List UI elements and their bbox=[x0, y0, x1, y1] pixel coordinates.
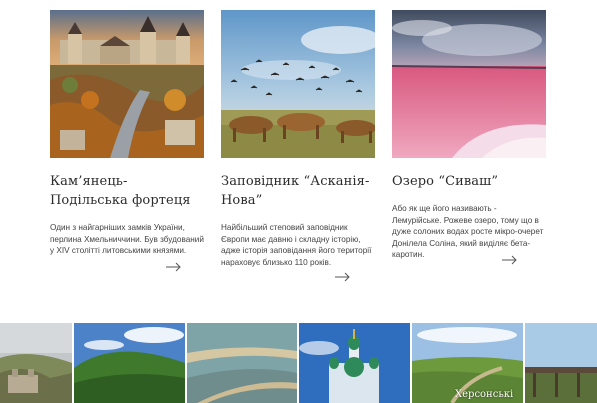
arrow-right-icon[interactable] bbox=[502, 250, 518, 269]
sand-spit-photo[interactable] bbox=[187, 323, 297, 403]
card-description: Один з найгарніших замків України, перли… bbox=[50, 223, 204, 255]
card-title: Заповідник “Асканія-Нова” bbox=[221, 174, 370, 208]
destination-card-kamianets: Кам’янець-Подільська фортеця Один з найг… bbox=[50, 10, 204, 272]
destination-card-askania-nova: Заповідник “Асканія-Нова” Найбільший сте… bbox=[221, 10, 375, 282]
arrow-right-icon[interactable] bbox=[335, 267, 351, 286]
horses-birds-photo[interactable] bbox=[221, 10, 375, 158]
card-title: Озеро “Сиваш” bbox=[392, 174, 499, 189]
card-description: Найбільший степовий заповідник Європи ма… bbox=[221, 223, 372, 267]
forest-hills-photo[interactable] bbox=[74, 323, 185, 403]
coastal-fortress-photo[interactable] bbox=[0, 323, 72, 403]
photo-gallery-strip: Херсонські bbox=[0, 323, 597, 403]
card-description: Або як ще його називають - Лемурійське. … bbox=[392, 204, 544, 259]
card-title: Кам’янець-Подільська фортеця bbox=[50, 174, 191, 208]
baroque-church-photo[interactable] bbox=[299, 323, 410, 403]
castle-photo[interactable] bbox=[50, 10, 204, 158]
arrow-right-icon[interactable] bbox=[166, 257, 182, 276]
bridge-photo[interactable] bbox=[525, 323, 597, 403]
gallery-caption: Херсонські bbox=[455, 389, 514, 400]
pink-lake-photo[interactable] bbox=[392, 10, 546, 158]
destination-card-syvash: Озеро “Сиваш” Або як ще його називають -… bbox=[392, 10, 546, 265]
